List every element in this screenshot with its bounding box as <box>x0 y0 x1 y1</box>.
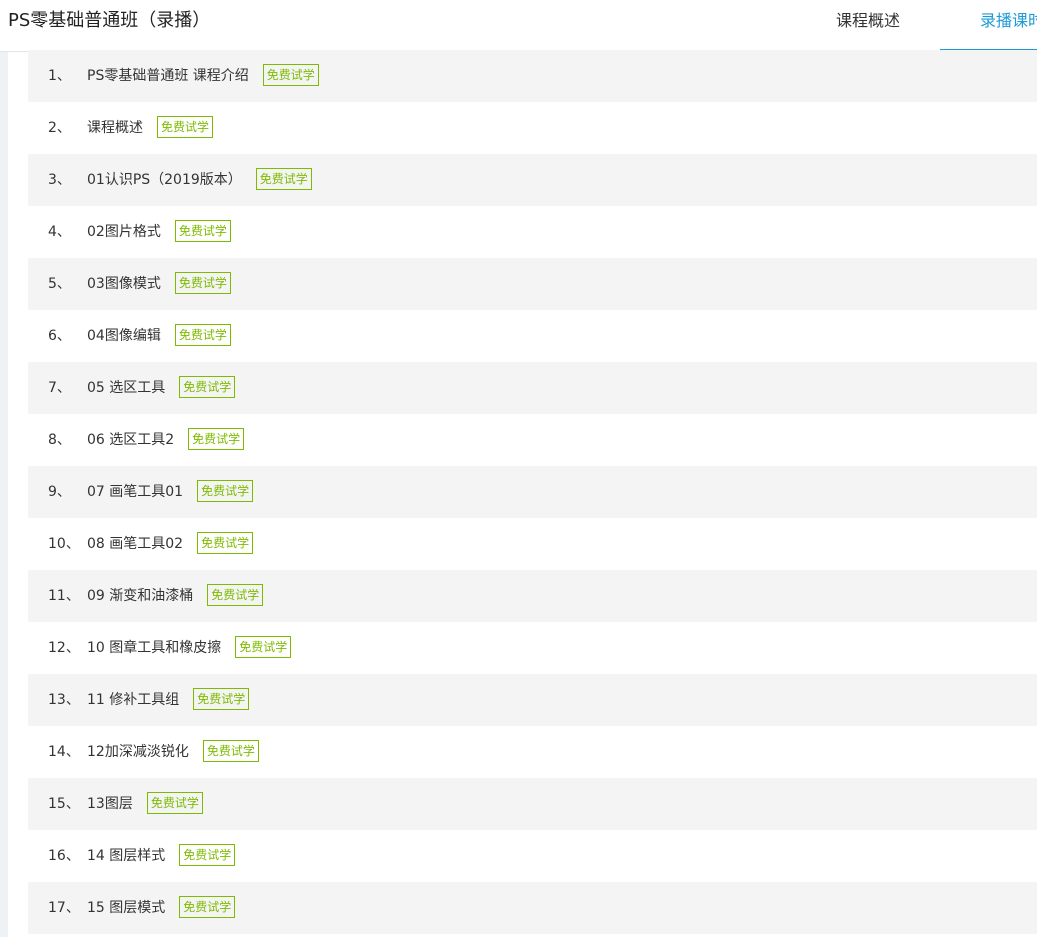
free-trial-badge[interactable]: 免费试学 <box>174 220 231 242</box>
lesson-title-text: 03图像模式 <box>87 276 161 292</box>
lesson-title-text: 13图层 <box>87 796 133 812</box>
free-trial-badge[interactable]: 免费试学 <box>235 636 292 658</box>
free-trial-badge[interactable]: 免费试学 <box>197 532 254 554</box>
lesson-title: 01认识PS（2019版本） 免费试学 <box>87 154 312 206</box>
lesson-row[interactable]: 7、 05 选区工具 免费试学 <box>28 362 1037 414</box>
lesson-row[interactable]: 1、 PS零基础普通班 课程介绍 免费试学 <box>28 50 1037 102</box>
tab-recorded-lessons[interactable]: 录播课时 <box>980 0 1037 42</box>
lesson-title-text: 08 画笔工具02 <box>87 536 184 552</box>
free-trial-badge[interactable]: 免费试学 <box>197 480 254 502</box>
free-trial-badge[interactable]: 免费试学 <box>255 168 312 190</box>
lesson-title: 03图像模式 免费试学 <box>87 258 231 310</box>
lesson-title: 07 画笔工具01 免费试学 <box>87 466 254 518</box>
lesson-index: 16、 <box>48 848 80 864</box>
lesson-index: 5、 <box>48 276 71 292</box>
lesson-row[interactable]: 6、 04图像编辑 免费试学 <box>28 310 1037 362</box>
lesson-index: 9、 <box>48 484 71 500</box>
lesson-row[interactable]: 5、 03图像模式 免费试学 <box>28 258 1037 310</box>
lesson-title-text: 07 画笔工具01 <box>87 484 184 500</box>
lesson-row[interactable]: 8、 06 选区工具2 免费试学 <box>28 414 1037 466</box>
lesson-title: 06 选区工具2 免费试学 <box>87 414 245 466</box>
lesson-row[interactable]: 13、 11 修补工具组 免费试学 <box>28 674 1037 726</box>
lesson-title: 13图层 免费试学 <box>87 778 203 830</box>
free-trial-badge[interactable]: 免费试学 <box>174 272 231 294</box>
lesson-title: 14 图层样式 免费试学 <box>87 830 236 882</box>
lesson-index: 10、 <box>48 536 80 552</box>
free-trial-badge[interactable]: 免费试学 <box>146 792 203 814</box>
lesson-row[interactable]: 12、 10 图章工具和橡皮擦 免费试学 <box>28 622 1037 674</box>
lesson-title-text: 04图像编辑 <box>87 328 161 344</box>
lesson-index: 7、 <box>48 380 71 396</box>
lesson-index: 11、 <box>48 588 80 604</box>
lesson-title: 09 渐变和油漆桶 免费试学 <box>87 570 264 622</box>
lesson-title-text: 06 选区工具2 <box>87 432 175 448</box>
lesson-index: 17、 <box>48 900 80 916</box>
lesson-row[interactable]: 9、 07 画笔工具01 免费试学 <box>28 466 1037 518</box>
lesson-title: 05 选区工具 免费试学 <box>87 362 236 414</box>
lesson-index: 8、 <box>48 432 71 448</box>
lesson-list: 1、 PS零基础普通班 课程介绍 免费试学 2、 课程概述 免费试学 3、 01认识… <box>28 50 1037 934</box>
lesson-index: 6、 <box>48 328 71 344</box>
lesson-title-text: 09 渐变和油漆桶 <box>87 588 194 604</box>
free-trial-badge[interactable]: 免费试学 <box>179 896 236 918</box>
lesson-title-text: 01认识PS（2019版本） <box>87 172 242 188</box>
lesson-title: 02图片格式 免费试学 <box>87 206 231 258</box>
free-trial-badge[interactable]: 免费试学 <box>262 64 319 86</box>
lesson-title: PS零基础普通班 课程介绍 免费试学 <box>87 50 319 102</box>
lesson-title: 11 修补工具组 免费试学 <box>87 674 250 726</box>
lesson-title: 12加深减淡锐化 免费试学 <box>87 726 259 778</box>
free-trial-badge[interactable]: 免费试学 <box>188 428 245 450</box>
lesson-row[interactable]: 2、 课程概述 免费试学 <box>28 102 1037 154</box>
lesson-title-text: 12加深减淡锐化 <box>87 744 189 760</box>
lesson-index: 2、 <box>48 120 71 136</box>
lesson-index: 3、 <box>48 172 71 188</box>
lesson-index: 15、 <box>48 796 80 812</box>
lesson-title: 15 图层模式 免费试学 <box>87 882 236 934</box>
lesson-index: 1、 <box>48 68 71 84</box>
lesson-title: 04图像编辑 免费试学 <box>87 310 231 362</box>
lesson-title-text: 14 图层样式 <box>87 848 166 864</box>
lesson-title-text: 10 图章工具和橡皮擦 <box>87 640 222 656</box>
lesson-title-text: 11 修补工具组 <box>87 692 180 708</box>
lesson-row[interactable]: 16、 14 图层样式 免费试学 <box>28 830 1037 882</box>
free-trial-badge[interactable]: 免费试学 <box>202 740 259 762</box>
free-trial-badge[interactable]: 免费试学 <box>179 844 236 866</box>
course-header: PS零基础普通班（录播） 课程概述 录播课时 <box>0 0 1037 52</box>
lesson-row[interactable]: 3、 01认识PS（2019版本） 免费试学 <box>28 154 1037 206</box>
lesson-row[interactable]: 17、 15 图层模式 免费试学 <box>28 882 1037 934</box>
lesson-row[interactable]: 11、 09 渐变和油漆桶 免费试学 <box>28 570 1037 622</box>
lesson-row[interactable]: 4、 02图片格式 免费试学 <box>28 206 1037 258</box>
free-trial-badge[interactable]: 免费试学 <box>207 584 264 606</box>
lesson-index: 13、 <box>48 692 80 708</box>
lesson-title: 08 画笔工具02 免费试学 <box>87 518 254 570</box>
lesson-index: 12、 <box>48 640 80 656</box>
lesson-title-text: 02图片格式 <box>87 224 161 240</box>
lesson-index: 14、 <box>48 744 80 760</box>
tab-course-overview[interactable]: 课程概述 <box>836 0 900 42</box>
lesson-index: 4、 <box>48 224 71 240</box>
lesson-row[interactable]: 10、 08 画笔工具02 免费试学 <box>28 518 1037 570</box>
course-title: PS零基础普通班（录播） <box>8 10 211 31</box>
lesson-row[interactable]: 14、 12加深减淡锐化 免费试学 <box>28 726 1037 778</box>
lesson-title: 课程概述 免费试学 <box>87 102 214 154</box>
lesson-title-text: 05 选区工具 <box>87 380 166 396</box>
left-rail <box>0 52 8 937</box>
free-trial-badge[interactable]: 免费试学 <box>157 116 214 138</box>
free-trial-badge[interactable]: 免费试学 <box>193 688 250 710</box>
lesson-title-text: PS零基础普通班 课程介绍 <box>87 68 249 84</box>
free-trial-badge[interactable]: 免费试学 <box>179 376 236 398</box>
free-trial-badge[interactable]: 免费试学 <box>174 324 231 346</box>
lesson-title: 10 图章工具和橡皮擦 免费试学 <box>87 622 292 674</box>
lesson-title-text: 课程概述 <box>87 120 143 136</box>
lesson-title-text: 15 图层模式 <box>87 900 166 916</box>
lesson-row[interactable]: 15、 13图层 免费试学 <box>28 778 1037 830</box>
